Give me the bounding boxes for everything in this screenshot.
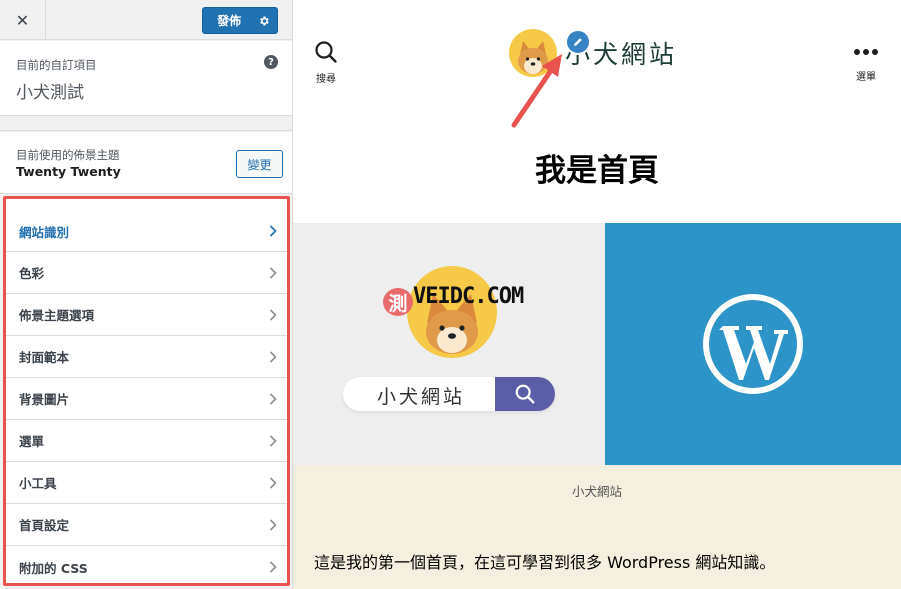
chevron-right-icon	[269, 308, 277, 321]
customizer-sections-list: 網站識別 色彩 佈景主題選項 封面範本 背景圖片 選單 小工具 首頁設定 附加的…	[3, 196, 290, 586]
change-theme-button[interactable]: 變更	[236, 150, 283, 178]
gear-icon[interactable]	[251, 8, 277, 33]
help-icon[interactable]: ?	[264, 55, 278, 69]
pencil-icon[interactable]	[565, 29, 591, 55]
section-label: 首頁設定	[19, 518, 70, 533]
content-area: 小犬網站 這是我的第一個首頁，在這可學習到很多 WordPress 網站知識。	[293, 465, 901, 589]
active-theme-label: 目前使用的佈景主題	[16, 148, 120, 162]
promo-searchbar: 小犬網站	[343, 377, 555, 411]
section-cover-template[interactable]: 封面範本	[6, 336, 287, 378]
page-title: 我是首頁	[535, 153, 659, 189]
promo-search-text: 小犬網站	[377, 386, 466, 408]
current-customizing-value: 小犬測試	[16, 83, 84, 103]
search-icon	[315, 41, 337, 63]
page-body-text: 這是我的第一個首頁，在這可學習到很多 WordPress 網站知識。	[314, 553, 776, 572]
wordpress-image	[605, 223, 901, 465]
current-customizing-panel: 目前的自訂項目 小犬測試 ?	[0, 41, 292, 116]
close-button[interactable]: ✕	[0, 0, 46, 40]
header-menu-toggle[interactable]: 選單	[850, 42, 882, 83]
chevron-right-icon	[269, 350, 277, 363]
header-search-toggle[interactable]: 搜尋	[311, 40, 341, 85]
wordpress-logo-icon	[703, 294, 803, 394]
section-widgets[interactable]: 小工具	[6, 462, 287, 504]
veidc-wordmark: VEIDC.COM	[413, 284, 524, 309]
annotation-arrow	[511, 54, 562, 128]
section-menus[interactable]: 選單	[6, 420, 287, 462]
active-theme-name: Twenty Twenty	[16, 164, 121, 179]
section-label: 封面範本	[19, 350, 70, 365]
promo-search-button	[495, 377, 555, 411]
chevron-right-icon	[269, 476, 277, 489]
section-label: 網站識別	[19, 225, 70, 240]
chevron-right-icon	[269, 225, 277, 237]
section-label: 佈景主題選項	[19, 308, 95, 323]
section-label: 小工具	[19, 476, 57, 491]
publish-button[interactable]: 發佈	[202, 7, 278, 34]
menu-toggle-label: 選單	[856, 72, 876, 83]
veidc-badge: 測	[383, 288, 413, 316]
ellipsis-icon	[854, 49, 878, 55]
customizer-sidebar: ✕ 發佈 目前的自訂項目 小犬測試 ? 目前使用的佈景主題 Twenty Twe…	[0, 0, 293, 589]
current-customizing-label: 目前的自訂項目	[16, 58, 97, 72]
section-label: 附加的 CSS	[19, 560, 88, 576]
promo-image: 測 VEIDC.COM 小犬網站	[293, 223, 605, 465]
section-theme-options[interactable]: 佈景主題選項	[6, 294, 287, 336]
active-theme-panel: 目前使用的佈景主題 Twenty Twenty 變更	[0, 132, 292, 194]
shiba-illustration	[407, 266, 497, 358]
section-homepage-settings[interactable]: 首頁設定	[6, 504, 287, 546]
chevron-right-icon	[269, 392, 277, 405]
site-preview: 搜尋 小犬網站 選單 我是首頁 測 VEIDC.COM 小犬網站 小犬網站 這是…	[293, 0, 901, 589]
search-toggle-label: 搜尋	[316, 74, 336, 85]
veidc-logo: 測 VEIDC.COM	[383, 266, 543, 378]
section-colors[interactable]: 色彩	[6, 252, 287, 294]
section-label: 背景圖片	[19, 392, 70, 407]
section-background-image[interactable]: 背景圖片	[6, 378, 287, 420]
close-icon: ✕	[15, 10, 30, 30]
section-label: 選單	[19, 434, 45, 449]
section-label: 色彩	[19, 266, 45, 281]
publish-label: 發佈	[217, 14, 242, 28]
section-site-identity[interactable]: 網站識別	[6, 199, 287, 252]
sidebar-header: ✕ 發佈	[0, 0, 292, 40]
section-additional-css[interactable]: 附加的 CSS	[6, 546, 287, 588]
chevron-right-icon	[269, 518, 277, 531]
image-caption: 小犬網站	[571, 484, 622, 499]
chevron-right-icon	[269, 434, 277, 447]
chevron-right-icon	[269, 266, 277, 279]
sidebar-divider	[0, 117, 292, 131]
search-icon	[515, 384, 535, 404]
chevron-right-icon	[269, 561, 277, 573]
